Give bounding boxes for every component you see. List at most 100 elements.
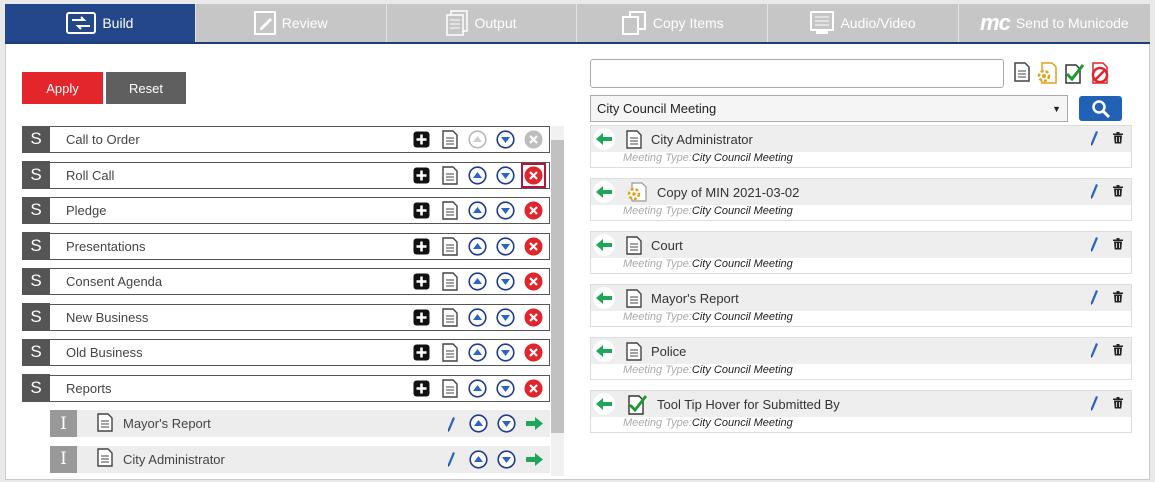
add-to-agenda-arrow-icon[interactable] <box>593 234 615 256</box>
section-row[interactable]: S Pledge <box>22 196 550 224</box>
move-up-icon[interactable] <box>468 236 487 256</box>
agenda-item-row[interactable]: I Mayor's Report <box>50 410 550 437</box>
gear-document-icon[interactable] <box>1036 62 1058 87</box>
document-icon[interactable] <box>440 378 459 398</box>
add-to-agenda-arrow-icon[interactable] <box>593 287 615 309</box>
move-down-icon[interactable] <box>496 378 515 398</box>
move-down-icon[interactable] <box>496 130 515 149</box>
add-icon[interactable] <box>412 343 431 362</box>
edit-pencil-icon[interactable] <box>1089 130 1099 149</box>
move-down-icon[interactable] <box>497 414 516 433</box>
add-icon[interactable] <box>412 130 431 149</box>
tab-review[interactable]: Review <box>196 4 387 42</box>
edit-pencil-icon[interactable] <box>441 450 460 469</box>
new-document-icon[interactable] <box>1014 62 1030 87</box>
search-button[interactable] <box>1079 96 1122 121</box>
document-icon[interactable] <box>440 236 459 256</box>
available-item-card[interactable]: Mayor's Report Meeting Type:City Council … <box>590 284 1132 327</box>
available-item-card[interactable]: Police Meeting Type:City Council Meeting <box>590 337 1132 380</box>
move-right-arrow-icon[interactable] <box>525 414 544 433</box>
add-icon[interactable] <box>412 201 431 220</box>
move-down-icon[interactable] <box>496 236 515 256</box>
move-up-icon[interactable] <box>468 343 487 362</box>
meeting-type-select[interactable]: City Council Meeting ▼ <box>590 95 1068 122</box>
move-up-icon[interactable] <box>468 165 487 185</box>
tab-audio-video[interactable]: Audio/Video <box>768 4 959 42</box>
section-row[interactable]: S Call to Order <box>22 125 550 153</box>
delete-icon[interactable] <box>524 272 543 291</box>
add-to-agenda-arrow-icon[interactable] <box>593 393 615 415</box>
document-icon[interactable] <box>440 343 459 362</box>
edit-pencil-icon[interactable] <box>1089 183 1099 202</box>
delete-icon[interactable] <box>524 379 543 398</box>
move-down-icon[interactable] <box>497 449 516 469</box>
trash-icon[interactable] <box>1113 343 1123 359</box>
move-down-icon[interactable] <box>496 165 515 185</box>
delete-icon[interactable] <box>524 308 543 327</box>
add-to-agenda-arrow-icon[interactable] <box>593 128 615 150</box>
scrollbar-thumb[interactable] <box>551 140 564 433</box>
move-down-icon[interactable] <box>496 343 515 362</box>
trash-icon[interactable] <box>1113 396 1123 412</box>
document-icon[interactable] <box>440 307 459 327</box>
tab-build[interactable]: Build <box>5 4 196 42</box>
move-right-arrow-icon[interactable] <box>525 450 544 469</box>
document-icon[interactable] <box>440 165 459 185</box>
trash-icon[interactable] <box>1113 131 1123 147</box>
move-up-icon[interactable] <box>469 449 488 469</box>
reset-button[interactable]: Reset <box>106 72 186 104</box>
tab-output[interactable]: Output <box>387 4 578 42</box>
delete-icon[interactable] <box>524 201 543 220</box>
add-icon[interactable] <box>412 272 431 291</box>
search-input[interactable] <box>590 59 1004 88</box>
section-actions <box>412 201 543 220</box>
move-up-icon[interactable] <box>469 414 488 433</box>
section-row[interactable]: S Consent Agenda <box>22 267 550 295</box>
move-up-icon[interactable] <box>468 307 487 327</box>
apply-button[interactable]: Apply <box>22 72 103 104</box>
delete-icon[interactable] <box>524 343 543 362</box>
trash-icon[interactable] <box>1113 184 1123 200</box>
edit-pencil-icon[interactable] <box>441 414 460 433</box>
document-icon[interactable] <box>440 130 459 149</box>
edit-pencil-icon[interactable] <box>1089 236 1099 255</box>
move-down-icon[interactable] <box>496 307 515 327</box>
edit-pencil-icon[interactable] <box>1089 395 1099 414</box>
add-icon[interactable] <box>412 379 431 398</box>
trash-icon[interactable] <box>1113 290 1123 306</box>
move-up-icon[interactable] <box>468 272 487 291</box>
trash-icon[interactable] <box>1113 237 1123 253</box>
move-up-icon[interactable] <box>468 201 487 220</box>
add-to-agenda-arrow-icon[interactable] <box>593 340 615 362</box>
agenda-item-row[interactable]: I City Administrator <box>50 445 550 473</box>
tab-send-to-municode-label: Send to Municode <box>1015 15 1129 31</box>
move-down-icon[interactable] <box>496 201 515 220</box>
move-down-icon[interactable] <box>496 272 515 291</box>
available-item-card[interactable]: Court Meeting Type:City Council Meeting <box>590 231 1132 274</box>
document-icon[interactable] <box>440 201 459 220</box>
section-row[interactable]: S Old Business <box>22 338 550 366</box>
tab-copy-items[interactable]: Copy Items <box>577 4 769 42</box>
section-row[interactable]: S Reports <box>22 374 550 402</box>
edit-pencil-icon[interactable] <box>1089 342 1099 361</box>
edit-pencil-icon[interactable] <box>1089 289 1099 308</box>
document-icon <box>97 448 113 470</box>
delete-icon[interactable] <box>524 237 543 256</box>
add-icon[interactable] <box>412 308 431 327</box>
section-row[interactable]: S New Business <box>22 303 550 331</box>
move-up-icon[interactable] <box>468 378 487 398</box>
available-item-card[interactable]: Tool Tip Hover for Submitted By Meeting T… <box>590 390 1132 433</box>
section-row[interactable]: S Presentations <box>22 232 550 260</box>
add-icon[interactable] <box>412 166 431 185</box>
submitted-document-icon[interactable] <box>1064 62 1085 87</box>
delete-icon[interactable] <box>521 162 546 188</box>
available-item-card[interactable]: City Administrator Meeting Type:City Coun… <box>590 125 1132 168</box>
remove-document-icon[interactable] <box>1090 62 1110 87</box>
section-row[interactable]: S Roll Call <box>22 161 550 189</box>
available-item-card[interactable]: Copy of MIN 2021-03-02 Meeting Type:City … <box>590 178 1132 221</box>
add-icon[interactable] <box>412 237 431 256</box>
document-icon[interactable] <box>440 272 459 291</box>
item-type-badge: I <box>50 410 77 437</box>
add-to-agenda-arrow-icon[interactable] <box>593 181 615 203</box>
tab-send-to-municode[interactable]: mc Send to Municode <box>959 4 1150 42</box>
